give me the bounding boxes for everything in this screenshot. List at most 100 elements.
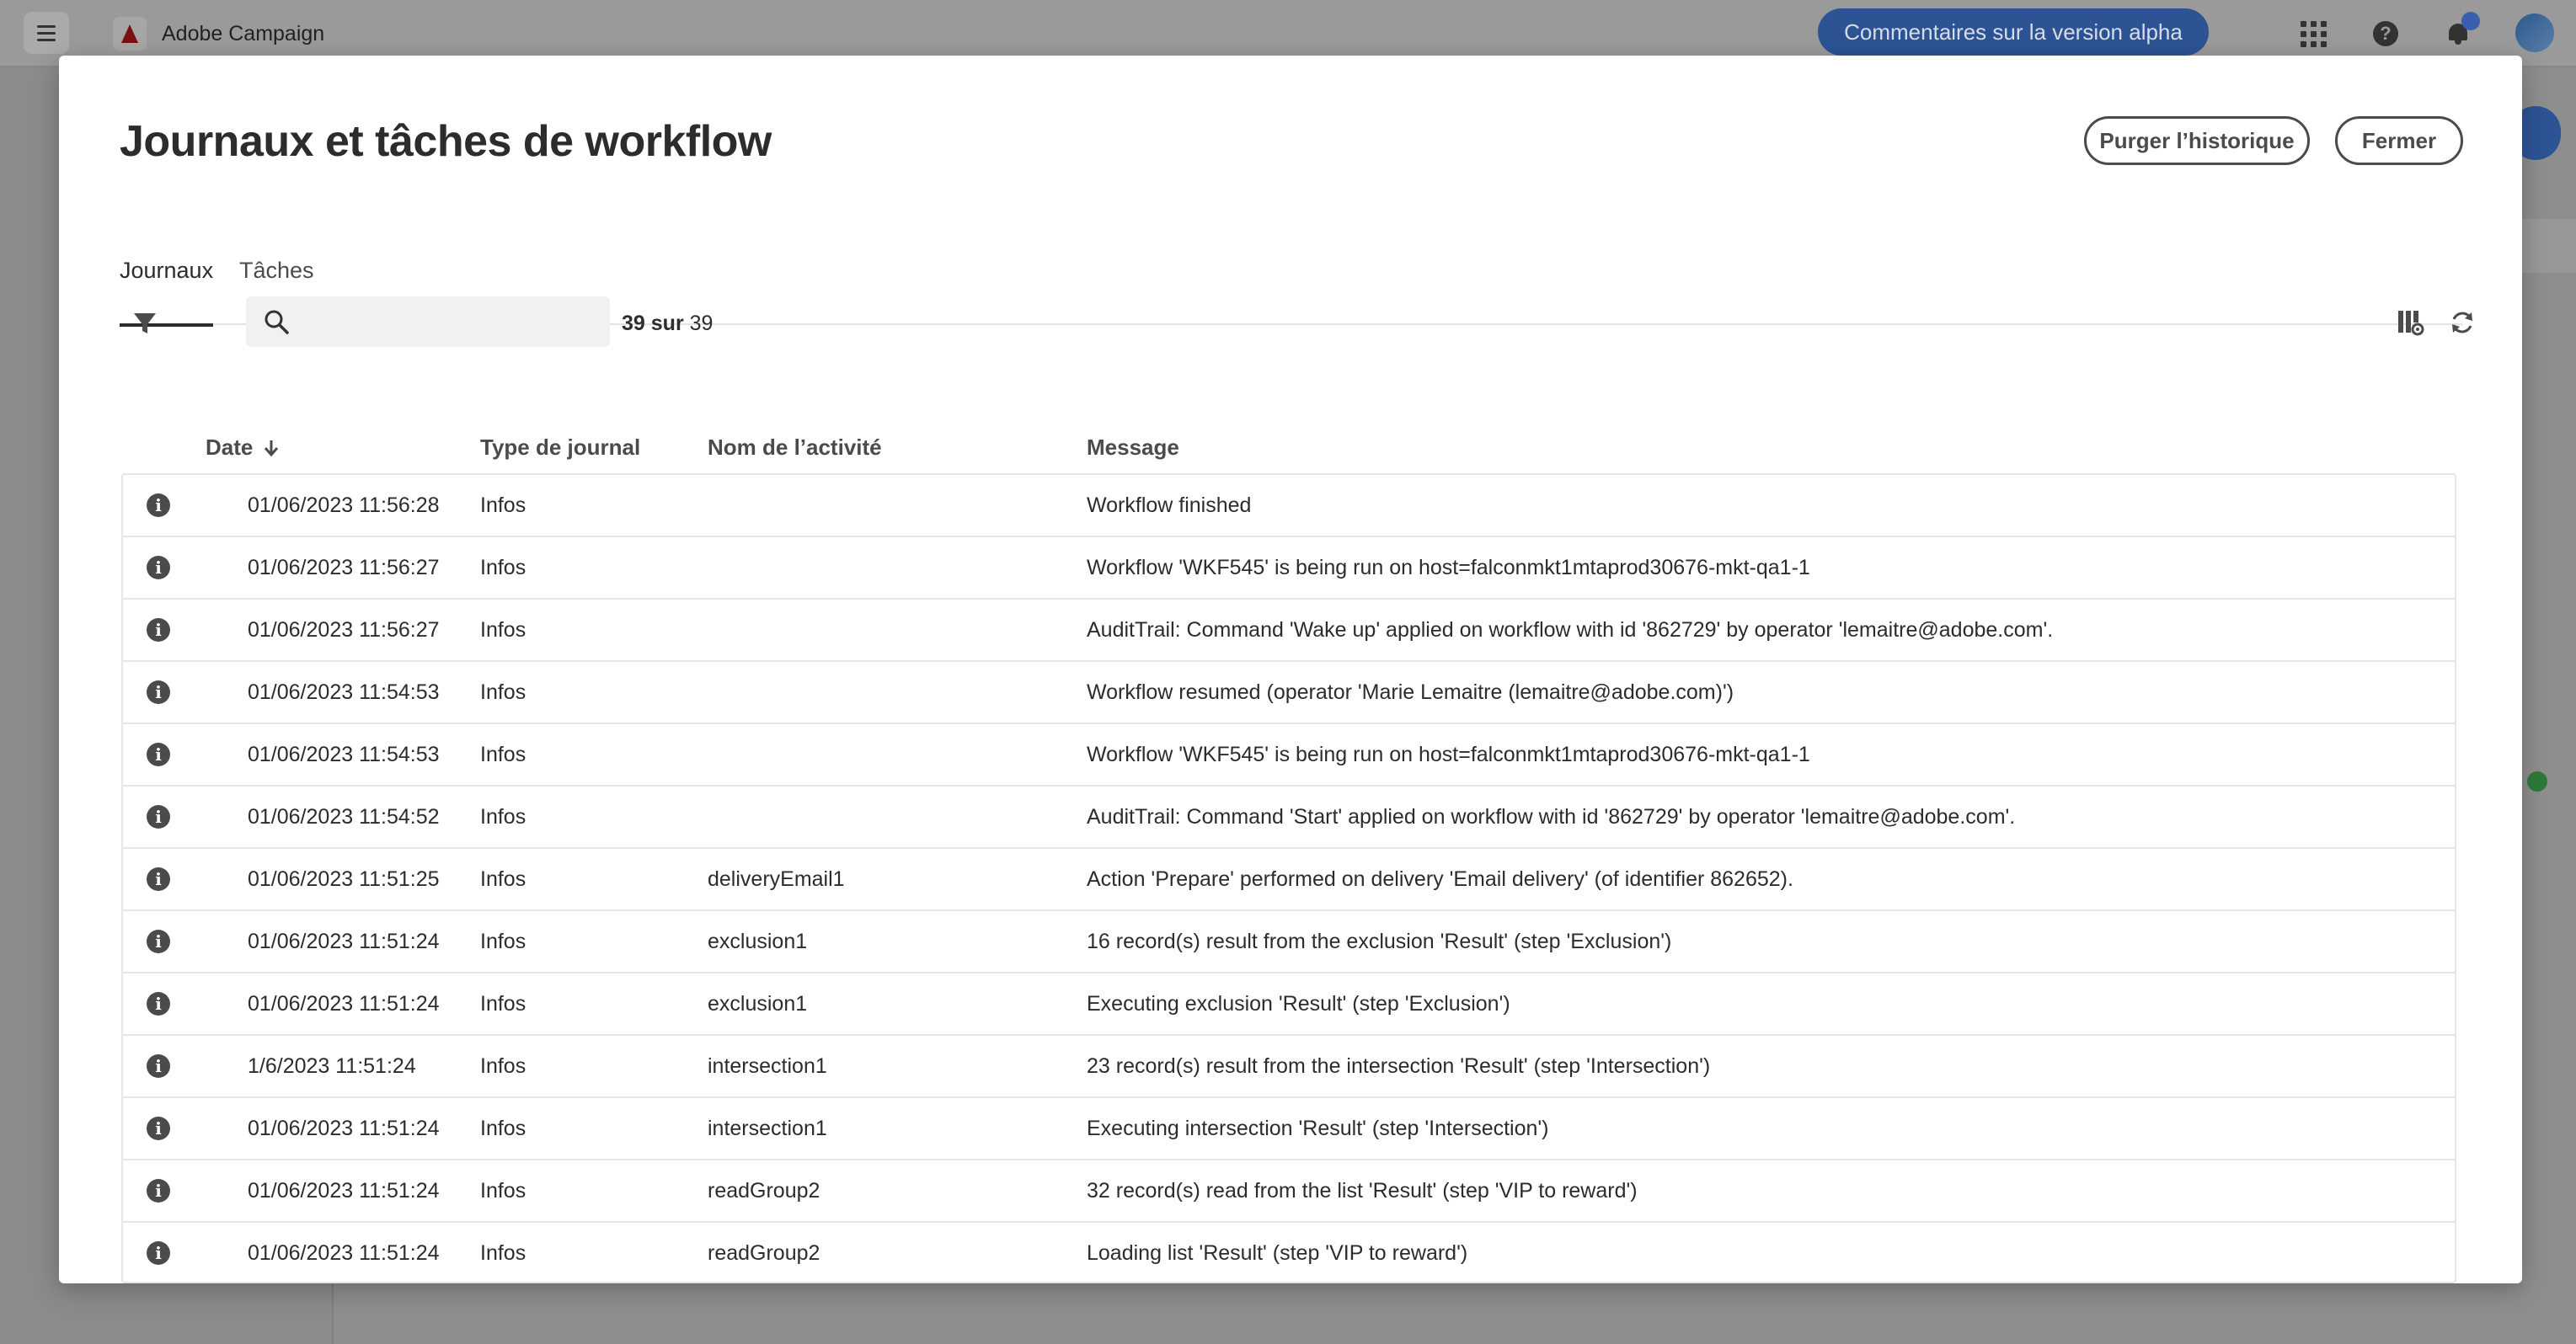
table-row[interactable]: i 01/06/2023 11:51:24 Infos exclusion1 Execu… [123,973,2455,1036]
cell-log-type: Infos [480,804,526,829]
table-row[interactable]: i 01/06/2023 11:51:24 Infos intersection1 Ex… [123,1098,2455,1160]
column-header-type[interactable]: Type de journal [480,435,640,461]
cell-date: 01/06/2023 11:56:28 [248,493,440,517]
cell-message: Workflow 'WKF545' is being run on host=f… [1087,555,1810,579]
table-row[interactable]: i 01/06/2023 11:56:28 Infos Workflow finish… [123,475,2455,537]
cell-log-type: Infos [480,680,526,704]
cell-message: 23 record(s) result from the intersectio… [1087,1053,1711,1078]
table-row[interactable]: i 01/06/2023 11:51:24 Infos readGroup2 32 re… [123,1160,2455,1223]
cell-activity-name: deliveryEmail1 [708,867,845,891]
cell-log-type: Infos [480,555,526,579]
info-icon: i [147,867,170,891]
cell-message: Action 'Prepare' performed on delivery '… [1087,867,1793,891]
cell-activity-name: exclusion1 [708,991,808,1016]
table-header: Date Type de journal Nom de l’activité M… [121,409,2463,473]
cell-log-type: Infos [480,867,526,891]
cell-message: Workflow 'WKF545' is being run on host=f… [1087,742,1810,766]
table-row[interactable]: i 01/06/2023 11:51:24 Infos readGroup2 Loadi… [123,1223,2455,1282]
cell-message: Executing exclusion 'Result' (step 'Excl… [1087,991,1510,1016]
cell-log-type: Infos [480,493,526,517]
cell-log-type: Infos [480,1116,526,1140]
cell-activity-name: exclusion1 [708,929,808,953]
workflow-logs-dialog: Journaux et tâches de workflow Purger l’… [59,56,2522,1283]
avatar[interactable] [2515,13,2554,52]
alpha-feedback-button[interactable]: Commentaires sur la version alpha [1818,8,2209,56]
cell-date: 01/06/2023 11:51:24 [248,929,440,953]
cell-activity-name: intersection1 [708,1053,827,1078]
info-icon: i [147,1054,170,1078]
cell-date: 01/06/2023 11:54:53 [248,742,440,766]
table-row[interactable]: i 01/06/2023 11:54:53 Infos Workflow resume… [123,662,2455,724]
arrow-down-icon [265,440,279,456]
filter-icon[interactable] [131,310,158,337]
cell-message: Workflow finished [1087,493,1252,517]
refresh-icon[interactable] [2448,308,2477,337]
app-grid-icon[interactable] [2295,15,2332,52]
cell-activity-name: readGroup2 [708,1240,820,1265]
info-icon: i [147,743,170,766]
search-input[interactable] [246,296,610,347]
cell-date: 01/06/2023 11:51:24 [248,991,440,1016]
cell-log-type: Infos [480,1240,526,1265]
hamburger-icon[interactable] [24,12,69,54]
close-button[interactable]: Fermer [2335,116,2463,165]
cell-date: 01/06/2023 11:56:27 [248,555,440,579]
info-icon: i [147,805,170,829]
table-row[interactable]: i 01/06/2023 11:54:53 Infos Workflow 'WKF54… [123,724,2455,787]
table-row[interactable]: i 01/06/2023 11:56:27 Infos Workflow 'WKF54… [123,537,2455,600]
cell-log-type: Infos [480,742,526,766]
table-row[interactable]: i 01/06/2023 11:54:52 Infos AuditTrail: Com… [123,787,2455,849]
cell-date: 01/06/2023 11:54:53 [248,680,440,704]
column-settings-icon[interactable] [2396,308,2424,337]
table-row[interactable]: i 01/06/2023 11:51:25 Infos deliveryEmail1 A… [123,849,2455,911]
brand-name: Adobe Campaign [162,21,325,45]
cell-log-type: Infos [480,991,526,1016]
cell-date: 01/06/2023 11:56:27 [248,617,440,642]
status-check-icon [2527,771,2547,792]
cell-date: 01/06/2023 11:51:24 [248,1116,440,1140]
cell-message: AuditTrail: Command 'Start' applied on w… [1087,804,2016,829]
info-icon: i [147,1241,170,1265]
search-icon [265,310,289,334]
table-row[interactable]: i 01/06/2023 11:51:24 Infos exclusion1 16 re… [123,911,2455,973]
info-icon: i [147,556,170,579]
cell-date: 01/06/2023 11:51:24 [248,1240,440,1265]
info-icon: i [147,618,170,642]
column-header-message[interactable]: Message [1087,435,1179,461]
info-icon: i [147,680,170,704]
info-icon: i [147,493,170,517]
table-row[interactable]: i 1/6/2023 11:51:24 Infos intersection1 23 r… [123,1036,2455,1098]
cell-message: 16 record(s) result from the exclusion '… [1087,929,1672,953]
cell-date: 01/06/2023 11:51:25 [248,867,440,891]
dialog-title: Journaux et tâches de workflow [120,117,772,166]
cell-message: Executing intersection 'Result' (step 'I… [1087,1116,1549,1140]
column-header-date[interactable]: Date [206,435,280,461]
logs-table: Date Type de journal Nom de l’activité M… [121,409,2463,473]
cell-date: 01/06/2023 11:54:52 [248,804,440,829]
cell-log-type: Infos [480,1053,526,1078]
table-row[interactable]: i 01/06/2023 11:56:27 Infos AuditTrail: Com… [123,600,2455,662]
cell-message: Loading list 'Result' (step 'VIP to rewa… [1087,1240,1468,1265]
cell-log-type: Infos [480,617,526,642]
cell-activity-name: intersection1 [708,1116,827,1140]
notification-badge [2461,12,2480,30]
info-icon: i [147,1117,170,1140]
cell-log-type: Infos [480,1178,526,1203]
cell-message: AuditTrail: Command 'Wake up' applied on… [1087,617,2054,642]
cell-message: Workflow resumed (operator 'Marie Lemait… [1087,680,1734,704]
adobe-logo-icon [113,17,147,51]
table-toolbar: 39 sur 39 [120,296,2472,352]
background-panel [2519,219,2576,273]
info-icon: i [147,992,170,1016]
table-body: i 01/06/2023 11:56:28 Infos Workflow finish… [121,473,2456,1283]
cell-log-type: Infos [480,929,526,953]
app-brand[interactable]: Adobe Campaign [113,17,324,51]
info-icon: i [147,1179,170,1203]
cell-date: 01/06/2023 11:51:24 [248,1178,440,1203]
info-icon: i [147,930,170,953]
column-header-activity[interactable]: Nom de l’activité [708,435,882,461]
result-count: 39 sur 39 [622,312,713,335]
cell-message: 32 record(s) read from the list 'Result'… [1087,1178,1638,1203]
purge-history-button[interactable]: Purger l’historique [2084,116,2310,165]
help-icon[interactable]: ? [2367,15,2404,52]
